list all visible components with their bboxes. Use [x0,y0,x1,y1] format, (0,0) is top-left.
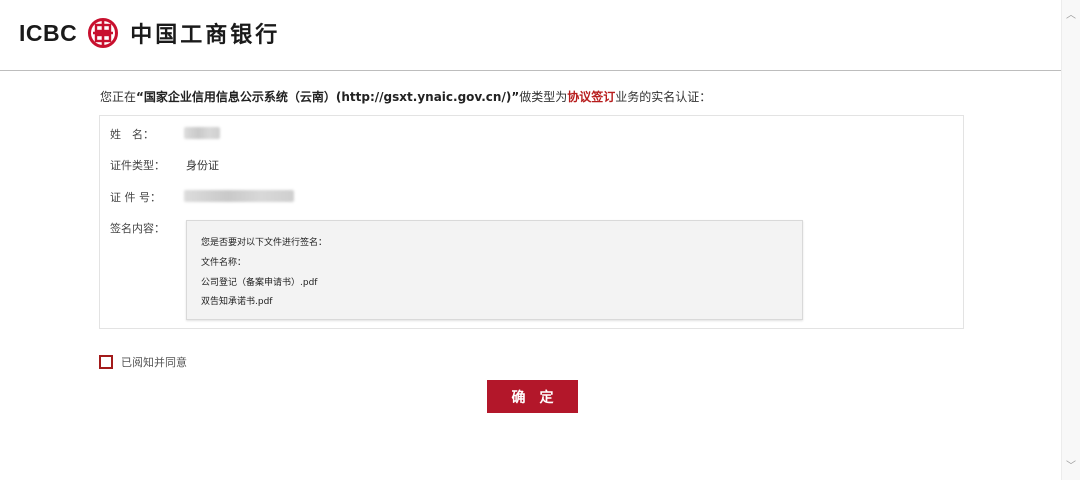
agree-label[interactable]: 已阅知并同意 [121,354,187,370]
sign-content-label: 签名内容： [110,222,165,235]
sign-content-box: 您是否要对以下文件进行签名： 文件名称： 公司登记（备案申请书）.pdf 双告知… [186,220,803,320]
system-name: “国家企业信用信息公示系统（云南）(http://gsxt.ynaic.gov.… [136,90,520,104]
intro-middle: 做类型为 [519,90,568,104]
chevron-down-icon[interactable]: ﹀ [1066,457,1076,472]
vertical-scrollbar[interactable]: ︿ ﹀ [1061,0,1080,480]
logo-english-text: ICBC [19,19,78,46]
business-type: 协议签订 [567,90,616,104]
id-type-value: 身份证 [186,159,219,172]
id-number-label: 证 件 号： [110,191,161,204]
name-value-redacted [184,127,220,139]
confirm-button[interactable]: 确定 [487,380,578,413]
intro-text: 您正在“国家企业信用信息公示系统（云南）(http://gsxt.ynaic.g… [100,88,711,105]
id-type-label: 证件类型： [110,159,165,172]
header: ICBC 中国工商银行 [0,0,1062,71]
name-label: 姓 名： [110,128,154,141]
intro-prefix: 您正在 [100,90,137,104]
content-file-2: 双告知承诺书.pdf [201,297,273,307]
auth-info-panel: 姓 名： 证件类型： 身份证 证 件 号： 签名内容： 您是否要对以下文件进行签… [99,115,964,329]
chevron-up-icon[interactable]: ︿ [1066,6,1076,21]
icbc-logo-icon [88,18,119,48]
id-number-value-redacted [184,190,294,202]
logo-chinese-text: 中国工商银行 [130,23,281,48]
agree-checkbox[interactable] [99,355,113,369]
page: ICBC 中国工商银行 ︿ ﹀ 您正在“国家企业信用信息公示系统（云南）(htt… [0,0,1080,480]
content-file-name-label: 文件名称： [201,258,247,268]
agree-row: 已阅知并同意 [99,354,187,370]
intro-suffix: 业务的实名认证： [615,90,712,104]
icbc-logo[interactable]: ICBC 中国工商银行 [19,16,280,50]
content-file-1: 公司登记（备案申请书）.pdf [201,278,318,288]
content-question: 您是否要对以下文件进行签名： [201,238,328,248]
